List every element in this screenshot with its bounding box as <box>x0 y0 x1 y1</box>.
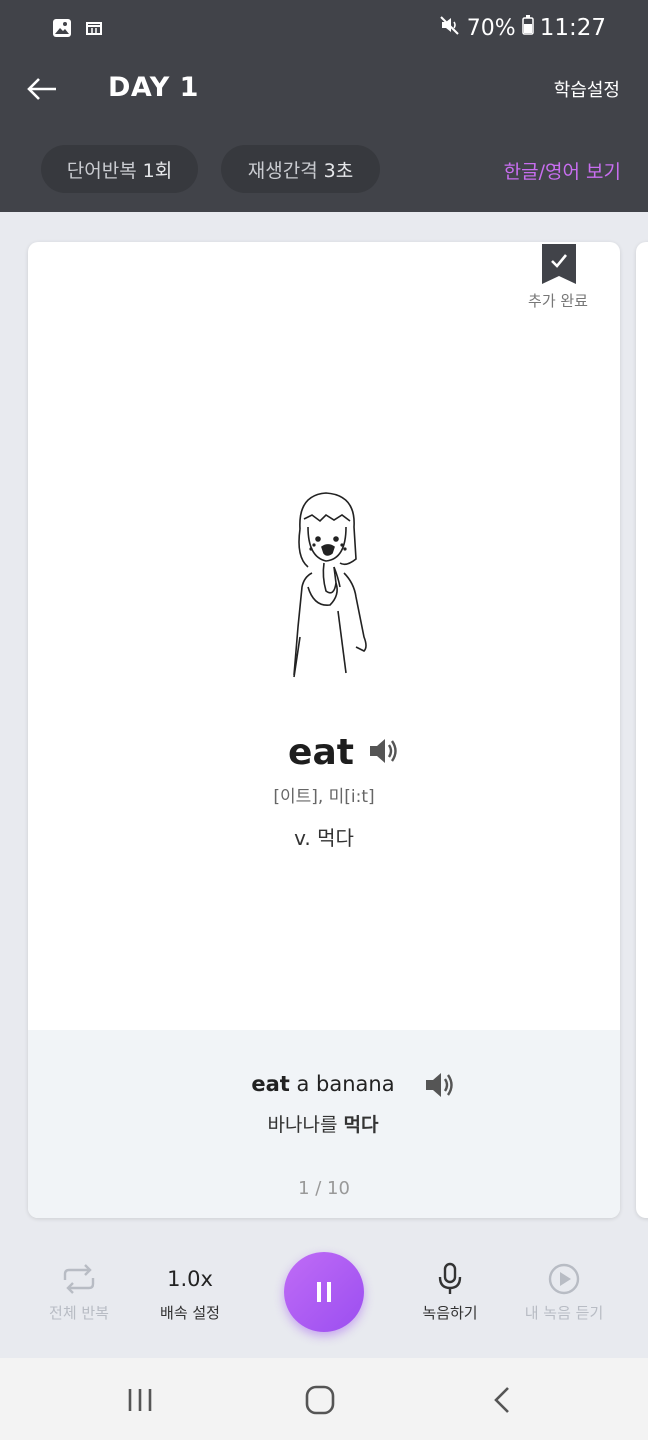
word-repeat-label: 단어반복 <box>66 159 137 182</box>
speed-value: 1.0x <box>167 1267 213 1291</box>
speed-setting-button[interactable]: 1.0x 배속 설정 <box>135 1262 245 1323</box>
option-chips: 단어반복 1회 재생간격 3초 한글/영어 보기 <box>0 145 648 195</box>
study-settings-button[interactable]: 학습설정 <box>554 76 620 102</box>
example-korean: 바나나를 먹다 <box>28 1110 618 1137</box>
example-korean-keyword: 먹다 <box>343 1114 379 1136</box>
battery-icon <box>521 15 534 41</box>
word-illustration <box>264 487 384 687</box>
system-nav-bar <box>0 1358 648 1440</box>
language-view-toggle[interactable]: 한글/영어 보기 <box>504 157 621 184</box>
back-button[interactable] <box>22 72 62 106</box>
clock: 11:27 <box>539 15 606 41</box>
repeat-all-label: 전체 반복 <box>49 1304 109 1322</box>
home-icon <box>305 1385 335 1415</box>
example-speaker-icon[interactable] <box>424 1070 456 1100</box>
recents-icon <box>128 1389 152 1411</box>
app-header: DAY 1 학습설정 <box>0 58 648 128</box>
speed-label: 배속 설정 <box>160 1304 220 1322</box>
play-circle-icon <box>509 1262 619 1296</box>
example-english-rest: a banana <box>289 1072 395 1096</box>
my-recording-button[interactable]: 내 녹음 듣기 <box>509 1262 619 1323</box>
record-button[interactable]: 녹음하기 <box>395 1262 505 1323</box>
word-repeat-chip[interactable]: 단어반복 1회 <box>41 145 198 193</box>
system-back-button[interactable] <box>480 1382 524 1418</box>
word-card[interactable]: 추가 완료 eat [이트], 미[i:t] v. 먹다 eat a banan… <box>28 242 620 1218</box>
word-row: eat <box>28 730 620 778</box>
top-bar: 70% 11:27 DAY 1 학습설정 단어반복 1회 재생간격 3초 한글/영어… <box>0 0 648 212</box>
bookmark-icon[interactable] <box>542 244 576 284</box>
pause-button[interactable] <box>284 1252 364 1332</box>
battery-text: 70% <box>466 15 516 41</box>
back-arrow-icon <box>27 78 56 100</box>
vocab-word: eat <box>288 732 354 773</box>
mute-icon <box>439 14 461 42</box>
repeat-icon <box>24 1262 134 1296</box>
home-button[interactable] <box>298 1382 342 1418</box>
player-controls: 전체 반복 1.0x 배속 설정 녹음하기 내 녹음 듣기 <box>0 1240 648 1358</box>
record-label: 녹음하기 <box>422 1304 478 1322</box>
pronunciation: [이트], 미[i:t] <box>273 787 375 807</box>
recents-button[interactable] <box>118 1382 162 1418</box>
play-interval-label: 재생간격 <box>247 159 318 182</box>
page-title: DAY 1 <box>108 72 199 103</box>
repeat-all-button[interactable]: 전체 반복 <box>24 1262 134 1323</box>
my-recording-label: 내 녹음 듣기 <box>524 1304 604 1322</box>
pause-icon <box>317 1282 331 1302</box>
speaker-icon[interactable] <box>368 736 400 766</box>
calendar-icon <box>86 20 102 40</box>
page-indicator: 1 / 10 <box>298 1178 350 1199</box>
example-english-keyword: eat <box>251 1072 290 1096</box>
word-meaning: v. 먹다 <box>294 826 354 850</box>
status-bar: 70% 11:27 <box>0 0 648 58</box>
next-card-peek[interactable] <box>636 242 648 1218</box>
word-repeat-value: 1회 <box>142 159 173 182</box>
example-english: eat a banana <box>28 1072 618 1096</box>
bookmark-status: 추가 완료 <box>528 292 588 310</box>
play-interval-chip[interactable]: 재생간격 3초 <box>221 145 380 193</box>
microphone-icon <box>395 1262 505 1296</box>
gallery-icon <box>52 18 72 42</box>
example-korean-prefix: 바나나를 <box>267 1114 344 1136</box>
chevron-left-icon <box>494 1387 509 1413</box>
play-interval-value: 3초 <box>323 159 354 182</box>
example-section: eat a banana 바나나를 먹다 1 / 10 <box>28 1030 620 1218</box>
